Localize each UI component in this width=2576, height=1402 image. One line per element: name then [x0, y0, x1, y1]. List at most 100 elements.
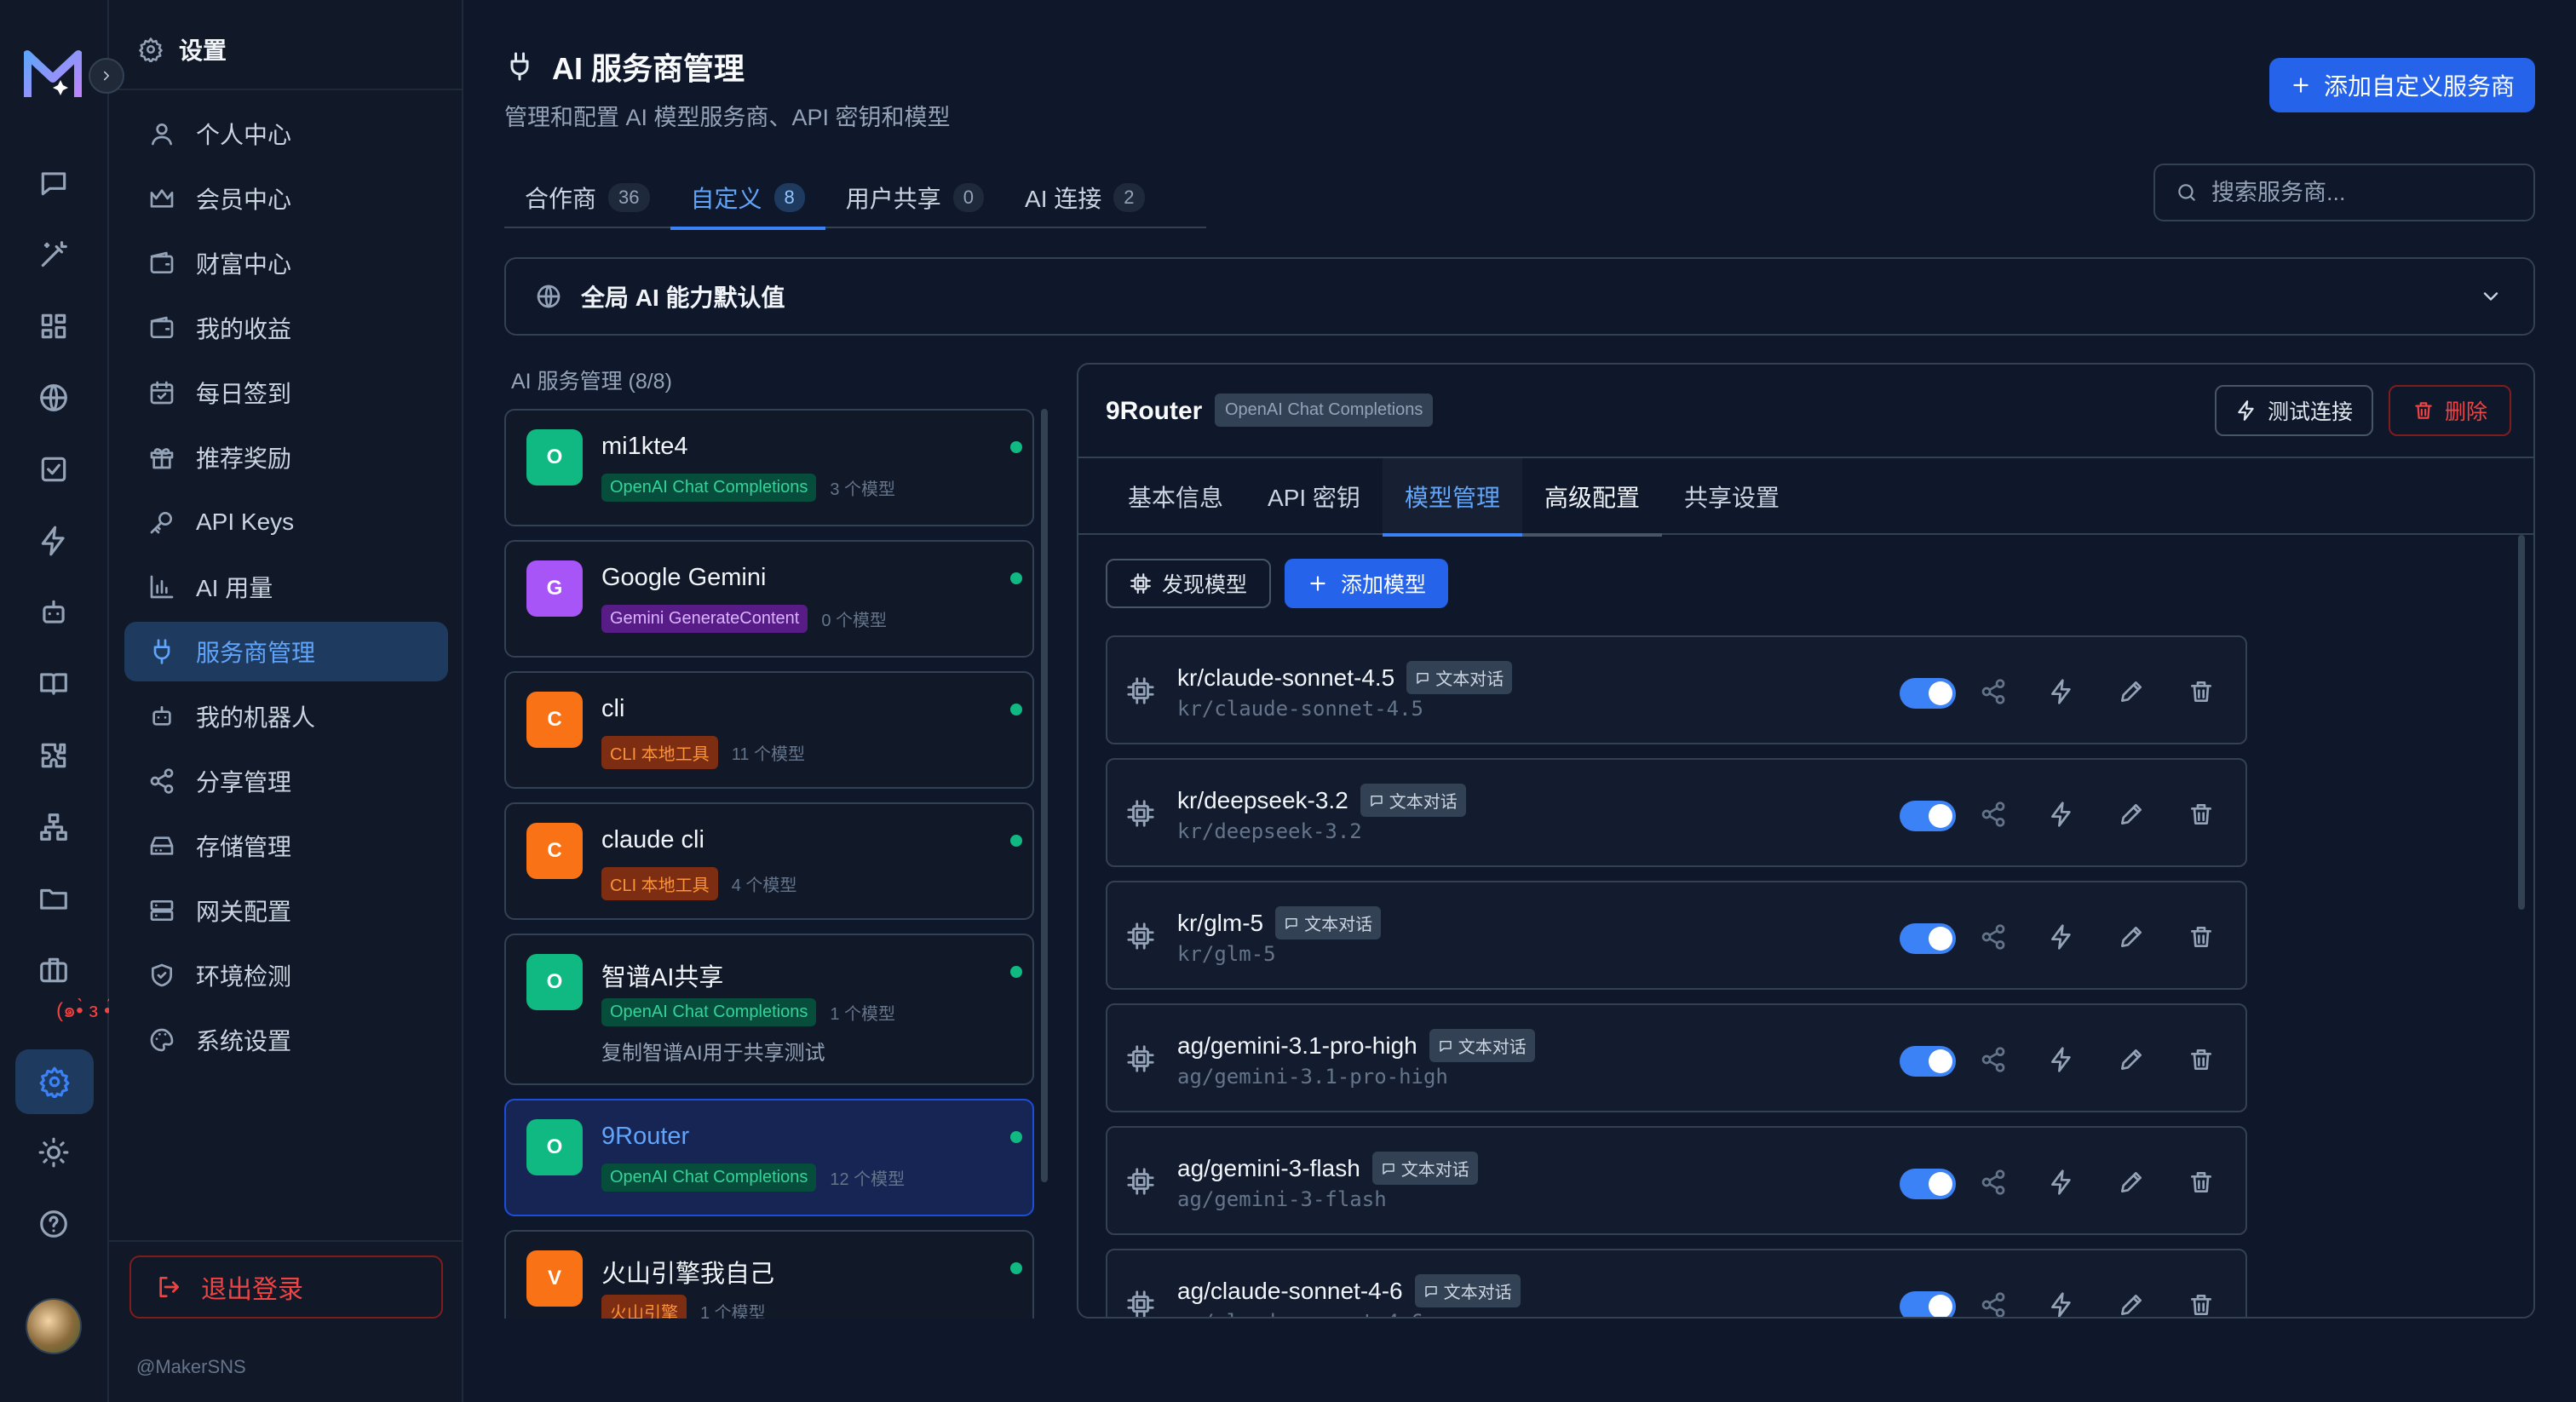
lightning-icon[interactable] — [37, 525, 70, 557]
tab-partners[interactable]: 合作商 36 — [504, 167, 670, 228]
trash-icon[interactable] — [2188, 1291, 2215, 1317]
sidebar-item-profile[interactable]: 个人中心 — [124, 104, 448, 164]
tab-advanced-config[interactable]: 高级配置 — [1521, 458, 1662, 537]
sidebar-item-ai-usage[interactable]: AI 用量 — [124, 557, 448, 617]
provider-card[interactable]: C claude cli CLI 本地工具 4 个模型 — [504, 802, 1034, 920]
checkbox-icon[interactable] — [37, 453, 70, 486]
sidebar-item-sharing[interactable]: 分享管理 — [124, 751, 448, 811]
provider-list-scrollbar[interactable] — [1041, 409, 1048, 1182]
lightning-icon[interactable] — [2048, 801, 2075, 828]
sidebar-item-membership[interactable]: 会员中心 — [124, 169, 448, 228]
provider-card[interactable]: V 火山引擎我自己 火山引擎 1 个模型 — [504, 1230, 1034, 1319]
lightning-icon[interactable] — [2048, 678, 2075, 705]
sidebar-item-referral[interactable]: 推荐奖励 — [124, 428, 448, 487]
settings-gear-icon[interactable] — [15, 1049, 94, 1114]
search-box — [2153, 164, 2535, 221]
robot-icon[interactable] — [37, 596, 70, 629]
edit-pencil-icon[interactable] — [2118, 1169, 2145, 1196]
trash-icon[interactable] — [2188, 801, 2215, 828]
lightning-icon[interactable] — [2048, 1169, 2075, 1196]
model-count: 12 个模型 — [830, 1170, 906, 1189]
model-count: 3 个模型 — [830, 480, 896, 499]
tab-basic-info[interactable]: 基本信息 — [1106, 458, 1245, 535]
tab-user-shared[interactable]: 用户共享 0 — [825, 167, 1004, 228]
sidebar-item-storage[interactable]: 存储管理 — [124, 816, 448, 876]
globe-icon[interactable] — [37, 382, 70, 414]
discover-models-button[interactable]: 发现模型 — [1106, 559, 1272, 608]
provider-card[interactable]: O mi1kte4 OpenAI Chat Completions 3 个模型 — [504, 409, 1034, 526]
logout-button[interactable]: 退出登录 — [129, 1255, 443, 1319]
sidebar-item-providers[interactable]: 服务商管理 — [124, 622, 448, 681]
lightning-icon[interactable] — [2048, 1046, 2075, 1073]
sidebar-item-gateway[interactable]: 网关配置 — [124, 881, 448, 940]
help-icon[interactable] — [37, 1208, 70, 1240]
briefcase-icon[interactable] — [37, 954, 70, 986]
provider-card[interactable]: O 智谱AI共享 OpenAI Chat Completions 1 个模型 复… — [504, 934, 1034, 1085]
lightning-icon[interactable] — [2048, 1291, 2075, 1317]
detail-header: 9Router OpenAI Chat Completions 测试连接 删除 — [1078, 365, 2533, 458]
edit-pencil-icon[interactable] — [2118, 678, 2145, 705]
edit-pencil-icon[interactable] — [2118, 1046, 2145, 1073]
tab-share-settings[interactable]: 共享设置 — [1662, 458, 1802, 535]
share-icon[interactable] — [1980, 1169, 2007, 1196]
expand-sidebar-button[interactable] — [89, 58, 124, 94]
sidebar-item-env-check[interactable]: 环境检测 — [124, 945, 448, 1005]
share-icon[interactable] — [1980, 1291, 2007, 1317]
chevron-down-icon[interactable] — [2479, 284, 2503, 308]
sidebar-item-robots[interactable]: 我的机器人 — [124, 687, 448, 746]
magic-wand-icon[interactable] — [37, 238, 70, 271]
provider-card-selected[interactable]: O 9Router OpenAI Chat Completions 12 个模型 — [504, 1099, 1034, 1216]
share-icon[interactable] — [1980, 1046, 2007, 1073]
sidebar-item-system[interactable]: 系统设置 — [124, 1010, 448, 1070]
puzzle-icon[interactable] — [37, 739, 70, 772]
provider-avatar: V — [526, 1250, 583, 1307]
model-enabled-toggle[interactable] — [1900, 923, 1956, 954]
lightning-icon[interactable] — [2048, 923, 2075, 951]
provider-card[interactable]: C cli CLI 本地工具 11 个模型 — [504, 671, 1034, 789]
tab-api-keys[interactable]: API 密钥 — [1245, 458, 1383, 535]
sidebar-item-wealth[interactable]: 财富中心 — [124, 233, 448, 293]
provider-avatar: O — [526, 954, 583, 1010]
trash-icon[interactable] — [2188, 1169, 2215, 1196]
add-model-button[interactable]: 添加模型 — [1285, 559, 1449, 608]
sun-icon[interactable] — [37, 1136, 70, 1169]
model-enabled-toggle[interactable] — [1900, 801, 1956, 831]
add-custom-provider-button[interactable]: 添加自定义服务商 — [2269, 58, 2535, 112]
edit-pencil-icon[interactable] — [2118, 801, 2145, 828]
provider-type-tag: OpenAI Chat Completions — [601, 1164, 817, 1192]
share-icon[interactable] — [1980, 801, 2007, 828]
test-connection-button[interactable]: 测试连接 — [2215, 385, 2373, 436]
sidebar-item-earnings[interactable]: 我的收益 — [124, 298, 448, 358]
trash-icon[interactable] — [2188, 923, 2215, 951]
provider-card[interactable]: G Google Gemini Gemini GenerateContent 0… — [504, 540, 1034, 658]
search-input[interactable] — [2211, 179, 2518, 206]
book-icon[interactable] — [37, 668, 70, 700]
app-logo[interactable] — [24, 48, 82, 101]
cpu-chip-icon — [1130, 572, 1152, 595]
chat-icon[interactable] — [37, 167, 70, 199]
share-icon[interactable] — [1980, 923, 2007, 951]
tab-ai-connection[interactable]: AI 连接 2 — [1004, 167, 1165, 228]
sitemap-icon[interactable] — [37, 811, 70, 843]
share-icon[interactable] — [1980, 678, 2007, 705]
tab-model-management[interactable]: 模型管理 — [1382, 458, 1522, 537]
model-row: kr/claude-sonnet-4.5 文本对话 kr/claude-sonne… — [1106, 635, 2247, 744]
apps-grid-icon[interactable] — [37, 310, 70, 342]
folder-icon[interactable] — [37, 882, 70, 915]
global-ai-defaults-panel[interactable]: 全局 AI 能力默认值 — [504, 257, 2535, 336]
tab-custom[interactable]: 自定义 8 — [670, 167, 826, 230]
sidebar-item-api-keys[interactable]: API Keys — [124, 492, 448, 552]
model-enabled-toggle[interactable] — [1900, 1046, 1956, 1077]
model-enabled-toggle[interactable] — [1900, 1169, 1956, 1199]
sidebar-item-checkin[interactable]: 每日签到 — [124, 363, 448, 422]
palette-icon — [148, 1026, 175, 1054]
model-enabled-toggle[interactable] — [1900, 678, 1956, 709]
model-list-scrollbar[interactable] — [2518, 535, 2527, 1284]
delete-provider-button[interactable]: 删除 — [2389, 385, 2511, 436]
trash-icon[interactable] — [2188, 1046, 2215, 1073]
edit-pencil-icon[interactable] — [2118, 923, 2145, 951]
model-enabled-toggle[interactable] — [1900, 1291, 1956, 1317]
user-avatar[interactable] — [26, 1298, 82, 1354]
trash-icon[interactable] — [2188, 678, 2215, 705]
edit-pencil-icon[interactable] — [2118, 1291, 2145, 1317]
